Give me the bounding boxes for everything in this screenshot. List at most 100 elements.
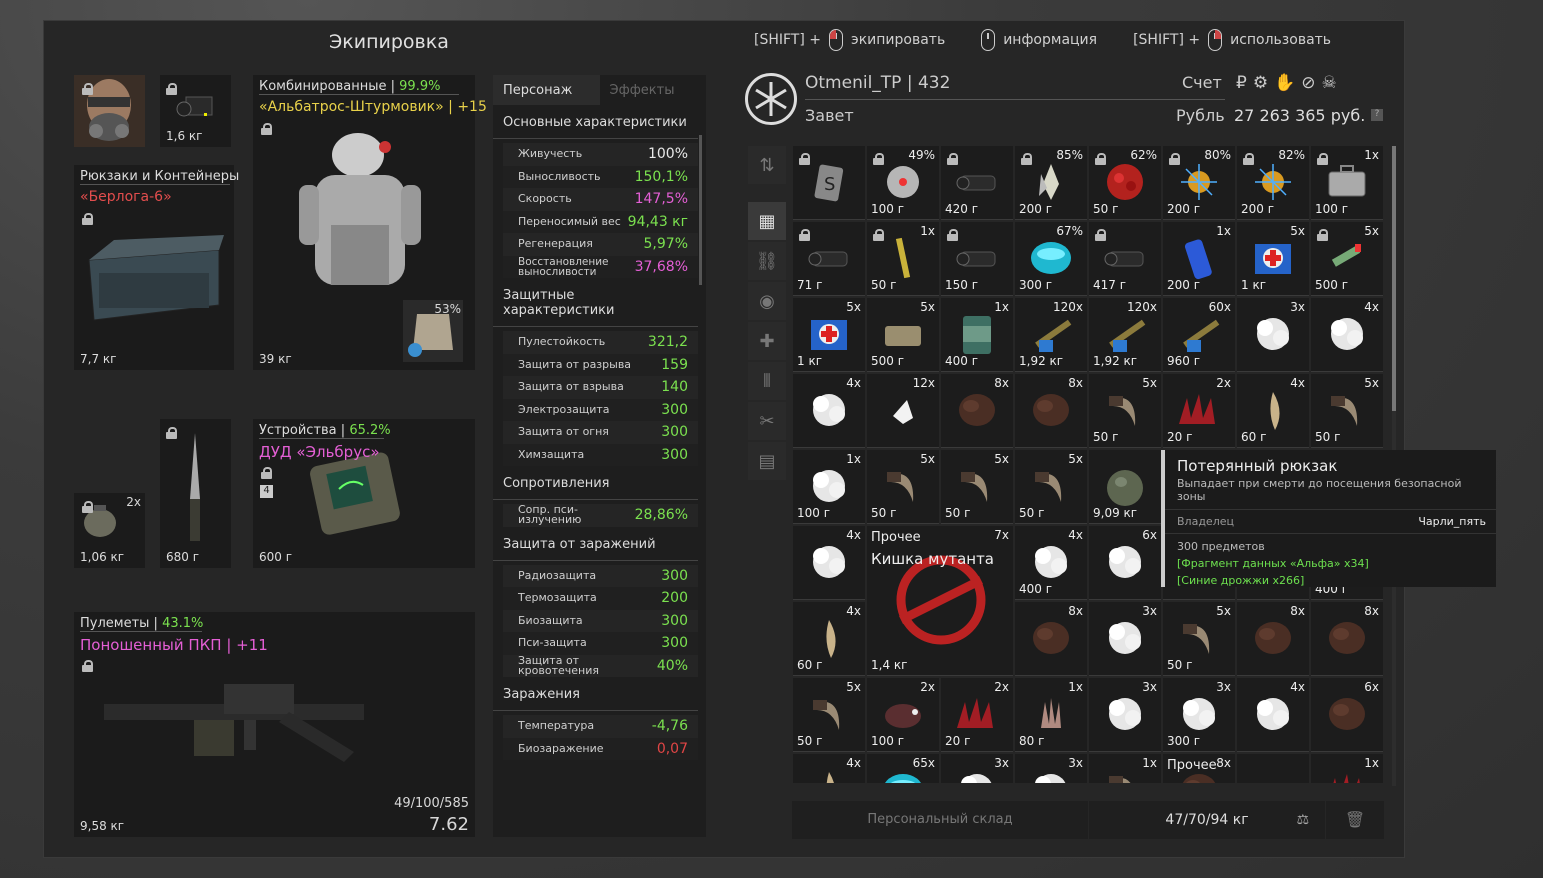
inventory-slot[interactable]: 3x bbox=[1237, 298, 1309, 372]
tab-character[interactable]: Персонаж bbox=[493, 75, 600, 105]
inventory-slot[interactable]: 2x 100 г bbox=[867, 678, 939, 752]
inventory-slot[interactable]: 5x 500 г bbox=[867, 298, 939, 372]
inventory-slot[interactable]: S bbox=[793, 146, 865, 220]
hand-icon[interactable]: ✋ bbox=[1274, 73, 1295, 93]
ammo-filter-icon[interactable]: ⦀ bbox=[748, 362, 786, 400]
item-weight: 60 г bbox=[1241, 430, 1267, 444]
inventory-slot[interactable]: 8x bbox=[1015, 602, 1087, 676]
inventory-slot[interactable]: 7x 1,4 кг Прочее Кишка мутанта bbox=[867, 526, 1013, 676]
gear-icon[interactable]: ⚙ bbox=[1253, 73, 1268, 93]
inventory-slot[interactable]: 9,09 кг bbox=[1089, 450, 1161, 524]
inventory-slot[interactable]: 80% 200 г bbox=[1163, 146, 1235, 220]
backpack-weight: 7,7 кг bbox=[80, 352, 117, 366]
inventory-slot[interactable]: 1x 200 г bbox=[1163, 222, 1235, 296]
inventory-slot[interactable]: 85% 200 г bbox=[1015, 146, 1087, 220]
sort-icon[interactable]: ⇅ bbox=[748, 146, 786, 184]
inventory-slot[interactable]: 1x bbox=[1089, 754, 1161, 783]
inventory-slot[interactable]: 49% 100 г bbox=[867, 146, 939, 220]
help-icon[interactable]: ? bbox=[1371, 109, 1383, 121]
inventory-slot[interactable] bbox=[1237, 754, 1309, 783]
inventory-slot[interactable]: 120x 1,92 кг bbox=[1015, 298, 1087, 372]
inventory-slot[interactable]: 82% 200 г bbox=[1237, 146, 1309, 220]
owner-label: Владелец bbox=[1177, 515, 1234, 528]
inventory-slot[interactable]: 8x bbox=[1015, 374, 1087, 448]
inventory-slot[interactable]: 3x bbox=[941, 754, 1013, 783]
inventory-slot[interactable]: 6x bbox=[1089, 526, 1161, 600]
ruble-icon[interactable]: ₽ bbox=[1236, 73, 1247, 93]
inventory-slot[interactable]: 4x bbox=[793, 374, 865, 448]
medkit-filter-icon[interactable]: ✚ bbox=[748, 322, 786, 360]
inventory-slot[interactable]: 1x 400 г bbox=[941, 298, 1013, 372]
spikes-icon bbox=[957, 698, 993, 728]
inventory-slot[interactable]: 4x bbox=[793, 526, 865, 600]
inventory-slot[interactable]: 417 г bbox=[1089, 222, 1161, 296]
inventory-slot[interactable]: 1x 100 г bbox=[793, 450, 865, 524]
inventory-slot[interactable]: 5x 50 г bbox=[793, 678, 865, 752]
stat-name: Защита от разрыва bbox=[518, 357, 632, 371]
inventory-slot[interactable]: 5x 1 кг bbox=[793, 298, 865, 372]
grenade-slot[interactable]: 2x 1,06 кг bbox=[74, 493, 145, 568]
inventory-slot[interactable]: 1x 100 г bbox=[1311, 146, 1383, 220]
skull-icon[interactable]: ☠ bbox=[1322, 73, 1337, 93]
artifact-icon[interactable]: ◉ bbox=[748, 282, 786, 320]
inventory-slot[interactable]: 8x bbox=[1237, 602, 1309, 676]
claw-icon bbox=[1183, 624, 1210, 654]
inventory-slot[interactable]: 2x 20 г bbox=[1163, 374, 1235, 448]
inventory-slot[interactable]: 1x 80 г bbox=[1015, 678, 1087, 752]
misc-filter-icon[interactable]: ▤ bbox=[748, 442, 786, 480]
personal-storage-button[interactable]: Персональный склад bbox=[792, 801, 1088, 839]
inventory-slot[interactable]: 8x Прочее bbox=[1163, 754, 1235, 783]
weapon-slot[interactable]: Пулеметы | 43.1% Поношенный ПКП | +11 49… bbox=[74, 612, 475, 837]
inventory-slot[interactable]: 3x bbox=[1089, 602, 1161, 676]
inventory-slot[interactable]: 3x bbox=[1015, 754, 1087, 783]
inventory-slot[interactable]: 4x bbox=[793, 754, 865, 783]
armor-slot[interactable]: Комбинированные | 99.9% «Альбатрос-Штурм… bbox=[253, 75, 487, 370]
coin-icon[interactable]: ⊘ bbox=[1301, 73, 1315, 93]
inventory-slot[interactable]: 62% 50 г bbox=[1089, 146, 1161, 220]
inventory-slot[interactable]: 420 г bbox=[941, 146, 1013, 220]
helmet-slot[interactable]: 1,6 кг bbox=[160, 75, 231, 147]
inventory-slot[interactable]: 5x 50 г bbox=[1311, 374, 1383, 448]
inventory-slot[interactable]: 5x 1 кг bbox=[1237, 222, 1309, 296]
inventory-slot[interactable]: 4x bbox=[1237, 678, 1309, 752]
inventory-slot[interactable]: 1x 50 г bbox=[867, 222, 939, 296]
inventory-slot[interactable]: 3x 300 г bbox=[1163, 678, 1235, 752]
inventory-slot[interactable]: 1x bbox=[1311, 754, 1383, 783]
inventory-slot[interactable]: 12x bbox=[867, 374, 939, 448]
inventory-slot[interactable]: 3x bbox=[1089, 678, 1161, 752]
stat-name: Пулестойкость bbox=[518, 335, 606, 349]
inventory-slot[interactable]: 2x 20 г bbox=[941, 678, 1013, 752]
inventory-slot[interactable]: 120x 1,92 кг bbox=[1089, 298, 1161, 372]
stat-name: Радиозащита bbox=[518, 568, 597, 582]
armor-plate-slot[interactable]: 53% bbox=[403, 300, 463, 362]
inventory-slot[interactable]: 65x bbox=[867, 754, 939, 783]
inventory-slot[interactable]: 5x 50 г bbox=[941, 450, 1013, 524]
inventory-slot[interactable]: 5x 50 г bbox=[1089, 374, 1161, 448]
inventory-slot[interactable]: 4x 60 г bbox=[793, 602, 865, 676]
inventory-slot[interactable]: 5x 500 г bbox=[1311, 222, 1383, 296]
tab-effects[interactable]: Эффекты bbox=[600, 75, 707, 105]
inventory-slot[interactable]: 5x 50 г bbox=[1015, 450, 1087, 524]
inventory-slot[interactable]: 4x 60 г bbox=[1237, 374, 1309, 448]
inventory-slot[interactable]: 5x 50 г bbox=[1163, 602, 1235, 676]
tools-filter-icon[interactable]: ✂ bbox=[748, 402, 786, 440]
stats-scrollbar[interactable] bbox=[699, 135, 702, 285]
backpack-slot[interactable]: Рюкзаки и Контейнеры «Берлога-6» 7,7 кг bbox=[74, 165, 239, 370]
weapon-weight: 9,58 кг bbox=[80, 819, 125, 833]
knife-slot[interactable]: 680 г bbox=[160, 419, 231, 568]
inventory-slot[interactable]: 67% 300 г bbox=[1015, 222, 1087, 296]
inventory-slot[interactable]: 4x bbox=[1311, 298, 1383, 372]
inventory-slot[interactable]: 5x 50 г bbox=[867, 450, 939, 524]
inventory-slot[interactable]: 60x 960 г bbox=[1163, 298, 1235, 372]
inventory-slot[interactable]: 4x 400 г bbox=[1015, 526, 1087, 600]
inventory-slot[interactable]: 150 г bbox=[941, 222, 1013, 296]
inventory-slot[interactable]: 8x bbox=[1311, 602, 1383, 676]
trash-icon[interactable]: 🗑 bbox=[1326, 801, 1384, 839]
inventory-slot[interactable]: 6x bbox=[1311, 678, 1383, 752]
inventory-slot[interactable]: 8x bbox=[941, 374, 1013, 448]
mask-slot[interactable] bbox=[74, 75, 145, 147]
link-icon[interactable]: ⛓ bbox=[748, 242, 786, 280]
device-slot[interactable]: Устройства | 65.2% ДУД «Эльбрус» 4 600 г bbox=[253, 419, 475, 568]
grid-all-icon[interactable]: ▦ bbox=[748, 202, 786, 240]
inventory-slot[interactable]: 71 г bbox=[793, 222, 865, 296]
